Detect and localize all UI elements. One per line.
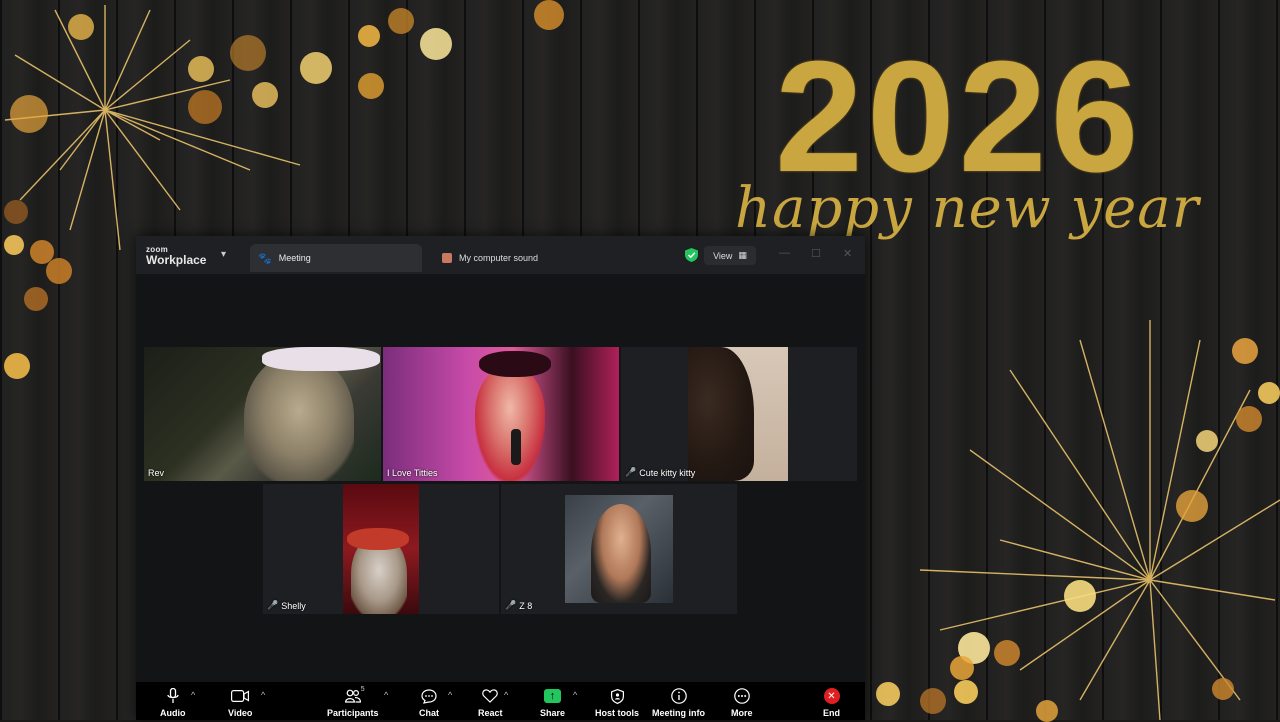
react-button[interactable]: React bbox=[478, 685, 503, 718]
participant-figure bbox=[244, 353, 354, 481]
participants-label: Participants bbox=[327, 708, 379, 718]
speaker-icon bbox=[442, 253, 452, 263]
app-brand[interactable]: zoom Workplace bbox=[146, 246, 207, 267]
end-x-icon: ✕ bbox=[823, 688, 840, 704]
mic-muted-icon: 🎤 bbox=[505, 600, 517, 610]
more-label: More bbox=[731, 708, 753, 718]
chat-button[interactable]: Chat bbox=[419, 685, 439, 718]
minimize-icon[interactable]: — bbox=[779, 247, 790, 259]
firework-bottom-right bbox=[919, 320, 1280, 720]
react-options-chevron-icon[interactable]: ^ bbox=[504, 690, 508, 700]
more-dots-icon bbox=[733, 685, 750, 707]
participant-name: 🎤 Cute kitty kitty bbox=[625, 467, 696, 478]
meeting-info-label: Meeting info bbox=[652, 708, 705, 718]
participants-count: 5 bbox=[360, 686, 365, 693]
heart-icon bbox=[482, 685, 499, 707]
grid-icon: ▦ bbox=[738, 250, 747, 260]
hat bbox=[262, 347, 380, 371]
info-icon bbox=[670, 685, 687, 707]
participant-name: 🎤 Shelly bbox=[267, 600, 306, 611]
react-label: React bbox=[478, 708, 503, 718]
security-shield-icon[interactable] bbox=[685, 248, 699, 262]
participant-tile-shelly[interactable]: 🎤 Shelly bbox=[263, 484, 499, 614]
participants-button[interactable]: 5 Participants bbox=[327, 685, 379, 718]
participants-icon: 5 bbox=[333, 685, 373, 707]
zoom-window: zoom Workplace ▾ 🐾 Meeting My computer s… bbox=[136, 236, 865, 720]
host-tools-button[interactable]: Host tools bbox=[595, 685, 639, 718]
mic-muted-icon: 🎤 bbox=[625, 467, 637, 477]
close-icon[interactable]: ✕ bbox=[843, 247, 852, 260]
share-icon-wrap: ↑ bbox=[544, 685, 561, 707]
view-button[interactable]: View ▦ bbox=[704, 246, 756, 265]
end-icon-wrap: ✕ bbox=[823, 685, 840, 707]
chat-bubble-icon bbox=[421, 685, 437, 707]
microphone bbox=[511, 429, 521, 465]
audio-button[interactable]: Audio bbox=[160, 685, 186, 718]
participant-tile-rev[interactable]: Rev bbox=[144, 347, 381, 481]
microphone-icon bbox=[167, 685, 179, 707]
participant-tile-z8[interactable]: 🎤 Z 8 bbox=[501, 484, 737, 614]
hat bbox=[479, 351, 551, 377]
tab-meeting-label: Meeting bbox=[278, 253, 311, 263]
camera-icon bbox=[231, 685, 250, 707]
participants-options-chevron-icon[interactable]: ^ bbox=[384, 690, 388, 700]
title-bar: zoom Workplace ▾ 🐾 Meeting My computer s… bbox=[136, 236, 865, 274]
participant-tile-ilovetitties[interactable]: I Love Titties bbox=[383, 347, 619, 481]
share-button[interactable]: ↑ Share bbox=[540, 685, 565, 718]
paw-icon: 🐾 bbox=[258, 252, 272, 265]
maximize-icon[interactable]: ☐ bbox=[811, 247, 821, 260]
chat-options-chevron-icon[interactable]: ^ bbox=[448, 690, 452, 700]
participant-figure bbox=[688, 347, 754, 481]
meeting-toolbar: Audio ^ Video ^ 5 Participants ^ Chat ^ … bbox=[136, 682, 865, 720]
tab-computer-sound-label: My computer sound bbox=[459, 253, 539, 263]
end-button[interactable]: ✕ End bbox=[823, 685, 840, 718]
participant-figure bbox=[591, 504, 651, 603]
participant-name: Rev bbox=[148, 468, 165, 478]
audio-label: Audio bbox=[160, 708, 186, 718]
share-options-chevron-icon[interactable]: ^ bbox=[573, 690, 577, 700]
end-label: End bbox=[823, 708, 840, 718]
year-heading: 2026 bbox=[775, 29, 1143, 205]
video-button[interactable]: Video bbox=[228, 685, 252, 718]
share-arrow-icon: ↑ bbox=[544, 689, 561, 703]
more-button[interactable]: More bbox=[731, 685, 753, 718]
meeting-info-button[interactable]: Meeting info bbox=[652, 685, 705, 718]
share-label: Share bbox=[540, 708, 566, 718]
participant-tile-cutekittykitty[interactable]: 🎤 Cute kitty kitty bbox=[621, 347, 857, 481]
participant-name: 🎤 Z 8 bbox=[505, 600, 533, 611]
brand-name: Workplace bbox=[146, 253, 207, 267]
video-label: Video bbox=[228, 708, 253, 718]
participant-figure bbox=[475, 369, 545, 481]
host-tools-label: Host tools bbox=[595, 708, 639, 718]
audio-options-chevron-icon[interactable]: ^ bbox=[191, 690, 195, 700]
tab-computer-sound[interactable]: My computer sound bbox=[434, 244, 602, 272]
participant-name: I Love Titties bbox=[387, 468, 438, 478]
video-options-chevron-icon[interactable]: ^ bbox=[261, 690, 265, 700]
view-label: View bbox=[713, 250, 733, 261]
hat bbox=[347, 528, 409, 550]
tab-meeting[interactable]: 🐾 Meeting bbox=[250, 244, 422, 272]
greeting-text: happy new year bbox=[735, 176, 1200, 241]
chevron-down-icon[interactable]: ▾ bbox=[221, 249, 226, 260]
shield-icon bbox=[610, 685, 624, 707]
mic-muted-icon: 🎤 bbox=[267, 600, 279, 610]
chat-label: Chat bbox=[419, 708, 439, 718]
